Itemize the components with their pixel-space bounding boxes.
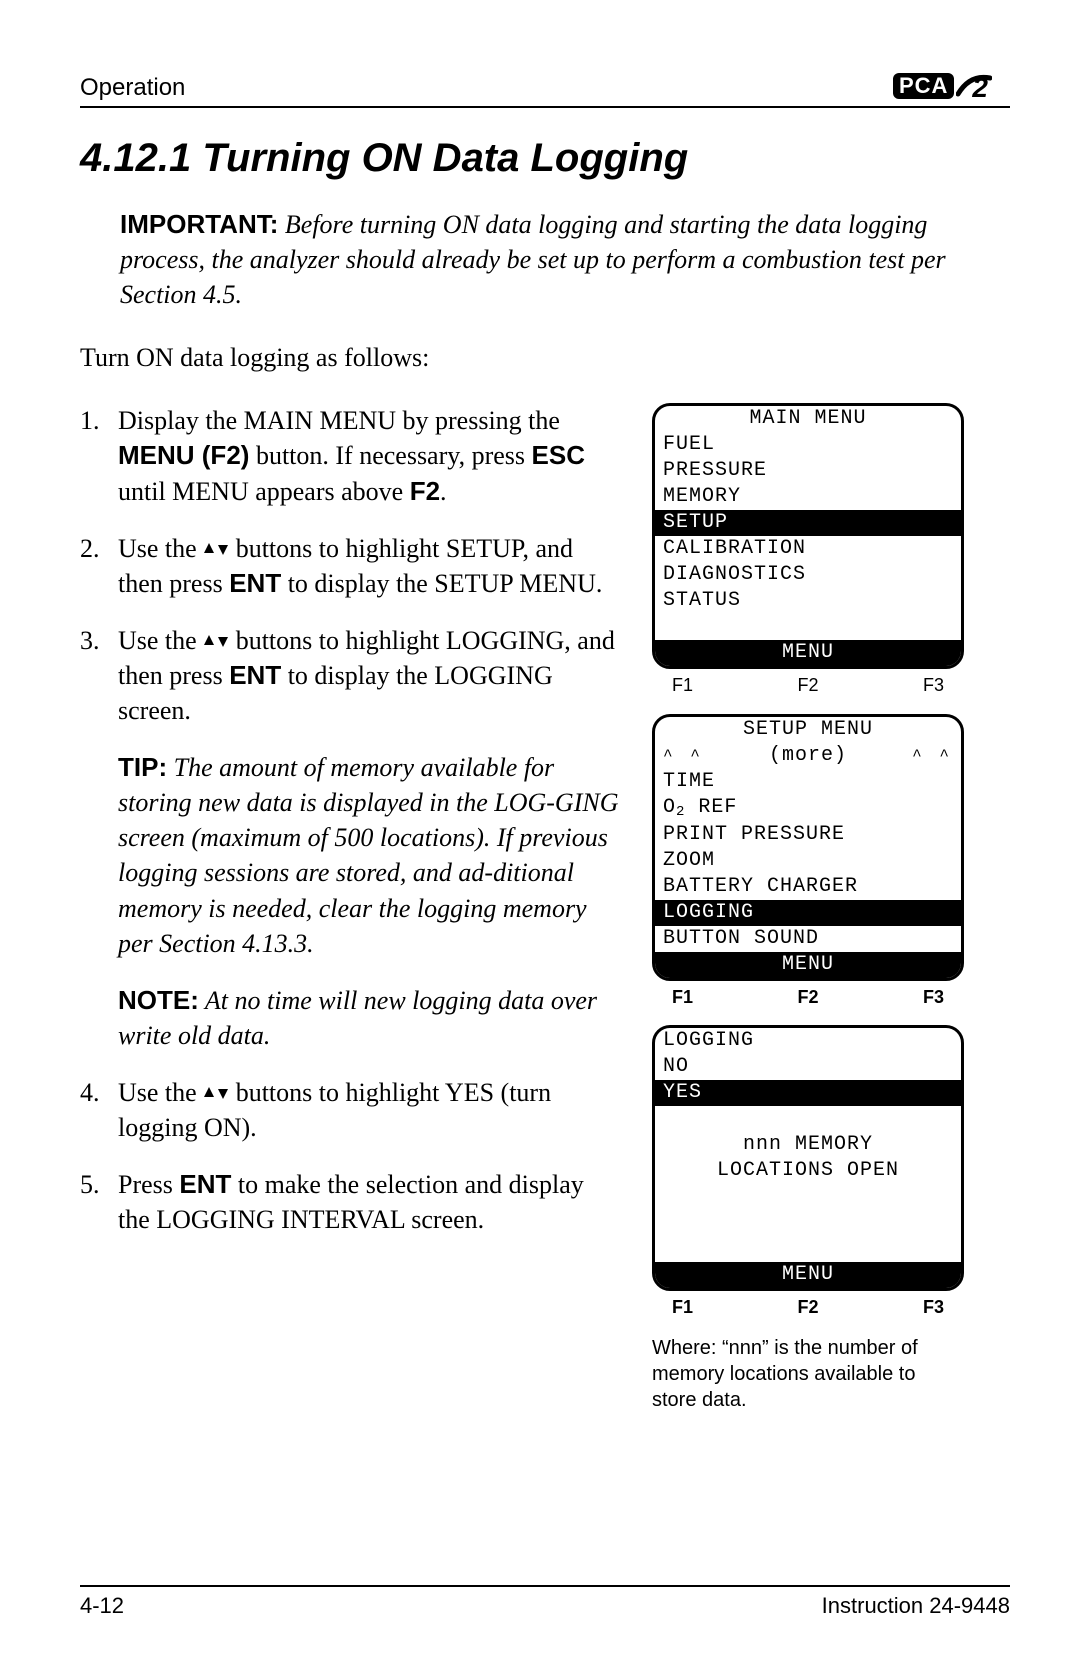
step-4: 4. Use the buttons to highlight YES (tur… (80, 1075, 620, 1145)
up-down-icon (203, 534, 229, 563)
step-1-esc: ESC (532, 440, 585, 470)
blank-row (655, 1184, 961, 1210)
important-prefix: IMPORTANT: (120, 209, 278, 239)
step-5-ent: ENT (179, 1169, 231, 1199)
page-footer: 4-12 Instruction 24-9448 (80, 1585, 1010, 1619)
memory-line-2: LOCATIONS OPEN (655, 1158, 961, 1184)
step-2a: Use the (118, 534, 203, 563)
fkey-f1: F1 (672, 673, 693, 697)
step-number: 1. (80, 403, 104, 508)
softkey-bar: MENU (655, 952, 961, 978)
fkey-row: F1 F2 F3 (652, 1293, 964, 1319)
blank-row (655, 614, 961, 640)
step-5a: Press (118, 1170, 179, 1199)
softkey-bar: MENU (655, 1262, 961, 1288)
up-down-icon (203, 626, 229, 655)
screen-caption: Where: “nnn” is the number of memory loc… (652, 1335, 964, 1413)
blank-row (655, 1210, 961, 1236)
section-label: Operation (80, 74, 185, 102)
blank-row (655, 1236, 961, 1262)
list-item: MEMORY (655, 484, 961, 510)
note-block: NOTE: At no time will new logging data o… (118, 983, 620, 1053)
list-item: FUEL (655, 432, 961, 458)
list-item: BATTERY CHARGER (655, 874, 961, 900)
logo-text: PCA (893, 73, 954, 99)
list-item: ZOOM (655, 848, 961, 874)
screen-title: MAIN MENU (655, 406, 961, 432)
list-item: PRINT PRESSURE (655, 822, 961, 848)
step-1g: . (440, 477, 447, 506)
step-number: 4. (80, 1075, 104, 1145)
step-1a: Display the MAIN MENU by pressing the (118, 406, 560, 435)
step-2-ent: ENT (229, 568, 281, 598)
list-item: O2 REF (655, 795, 961, 822)
step-1-menu: MENU (F2) (118, 440, 249, 470)
blank-row (655, 1106, 961, 1132)
list-item: BUTTON SOUND (655, 926, 961, 952)
list-item-selected: SETUP (655, 510, 961, 536)
fkey-f1: F1 (672, 985, 693, 1009)
fkey-f2: F2 (797, 985, 818, 1009)
tip-prefix: TIP: (118, 752, 167, 782)
step-1c: button. If necessary, press (249, 441, 531, 470)
screen-logging: LOGGING NO YES nnn MEMORY LOCATIONS OPEN… (652, 1025, 964, 1291)
step-number: 5. (80, 1167, 104, 1237)
step-1: 1. Display the MAIN MENU by pressing the… (80, 403, 620, 508)
step-1-f2: F2 (410, 476, 440, 506)
step-2: 2. Use the buttons to highlight SETUP, a… (80, 531, 620, 601)
note-prefix: NOTE: (118, 985, 199, 1015)
fkey-f1: F1 (672, 1295, 693, 1319)
page-title: 4.12.1 Turning ON Data Logging (80, 136, 1010, 181)
fkey-row: F1 F2 F3 (652, 983, 964, 1009)
tip-text: The amount of memory available for stori… (118, 753, 619, 957)
page-number: 4-12 (80, 1593, 124, 1619)
more-row: ^ ^ (more) ^ ^ (655, 743, 961, 769)
fkey-f3: F3 (923, 1295, 944, 1319)
fkey-f2: F2 (797, 1295, 818, 1319)
page-header: Operation PCA 2 (80, 70, 1010, 108)
screen-setup-menu: SETUP MENU ^ ^ (more) ^ ^ TIME O2 REF PR… (652, 714, 964, 981)
list-item: TIME (655, 769, 961, 795)
screen-title: LOGGING (655, 1028, 961, 1054)
memory-line-1: nnn MEMORY (655, 1132, 961, 1158)
up-down-icon (203, 1078, 229, 1107)
step-3: 3. Use the buttons to highlight LOGGING,… (80, 623, 620, 728)
list-item: PRESSURE (655, 458, 961, 484)
logo-2: 2 (972, 72, 988, 104)
step-number: 3. (80, 623, 104, 728)
fkey-f3: F3 (923, 673, 944, 697)
fkey-row: F1 F2 F3 (652, 671, 964, 697)
logo: PCA 2 (893, 70, 1010, 102)
step-number: 2. (80, 531, 104, 601)
step-5: 5. Press ENT to make the selection and d… (80, 1167, 620, 1237)
list-item: NO (655, 1054, 961, 1080)
important-note: IMPORTANT: Before turning ON data loggin… (120, 207, 1010, 312)
list-item-selected: YES (655, 1080, 961, 1106)
list-item-selected: LOGGING (655, 900, 961, 926)
caret-up-icon: ^ ^ (912, 743, 953, 769)
list-item: STATUS (655, 588, 961, 614)
tip-block: TIP: The amount of memory available for … (118, 750, 620, 961)
screen-title: SETUP MENU (655, 717, 961, 743)
list-item: DIAGNOSTICS (655, 562, 961, 588)
intro-text: Turn ON data logging as follows: (80, 340, 1010, 375)
more-label: (more) (769, 743, 847, 769)
step-4a: Use the (118, 1078, 203, 1107)
instruction-number: Instruction 24-9448 (822, 1593, 1010, 1619)
softkey-bar: MENU (655, 640, 961, 666)
screen-main-menu: MAIN MENU FUEL PRESSURE MEMORY SETUP CAL… (652, 403, 964, 669)
step-3-ent: ENT (229, 660, 281, 690)
step-3a: Use the (118, 626, 203, 655)
caret-up-icon: ^ ^ (663, 743, 704, 769)
list-item: CALIBRATION (655, 536, 961, 562)
fkey-f3: F3 (923, 985, 944, 1009)
step-1e: until MENU appears above (118, 477, 410, 506)
step-2d: to display the SETUP MENU. (281, 569, 602, 598)
fkey-f2: F2 (797, 673, 818, 697)
